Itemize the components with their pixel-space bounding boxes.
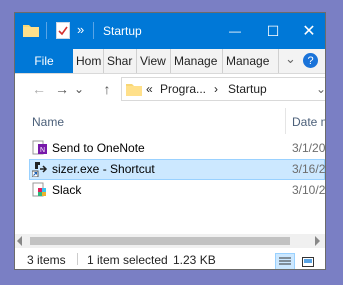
breadcrumb-programs[interactable]: Progra... (160, 82, 206, 96)
list-item[interactable]: N Send to OneNote 3/1/20 (29, 138, 325, 159)
file-tab[interactable]: File (15, 49, 73, 73)
ribbon-collapse-icon[interactable]: ⌄ (285, 51, 296, 67)
tab-view[interactable]: View (137, 49, 171, 73)
address-dropdown-icon[interactable]: ⌄ (316, 82, 325, 96)
large-icons-view-icon[interactable] (298, 253, 318, 269)
qat-separator (93, 22, 94, 39)
address-overflow-icon[interactable]: « (146, 82, 153, 96)
explorer-window: » Startup — ☐ ✕ File Hom Shar View Manag… (14, 12, 326, 270)
properties-icon[interactable] (56, 22, 70, 39)
column-headers: Name Date m (15, 104, 325, 134)
list-item[interactable]: sizer.exe - Shortcut 3/16/2 (29, 159, 325, 180)
column-header-date[interactable]: Date m (292, 115, 325, 129)
list-item[interactable]: Slack 3/10/2 (29, 180, 325, 201)
help-icon-glyph: ? (307, 54, 314, 67)
breadcrumb-separator-icon[interactable]: › (214, 82, 218, 96)
sizer-shortcut-icon (31, 161, 48, 178)
breadcrumb-startup[interactable]: Startup (228, 82, 267, 96)
status-bar: 3 items 1 item selected 1.23 KB (15, 248, 325, 269)
column-divider[interactable] (285, 108, 286, 134)
tab-home[interactable]: Hom (73, 49, 104, 73)
scrollbar-thumb[interactable] (30, 237, 290, 245)
tab-manage-drive[interactable]: Manage (171, 49, 223, 73)
svg-text:N: N (40, 147, 45, 154)
title-bar[interactable]: » Startup — ☐ ✕ (15, 13, 325, 49)
address-folder-icon (126, 82, 142, 96)
help-icon[interactable]: ? (303, 53, 318, 68)
status-divider (77, 253, 78, 265)
folder-icon (23, 23, 39, 37)
file-name: sizer.exe - Shortcut (52, 162, 155, 176)
status-item-count: 3 items (27, 253, 66, 267)
maximize-button[interactable]: ☐ (253, 13, 293, 49)
status-selection: 1 item selected (87, 253, 168, 267)
minimize-button[interactable]: — (215, 13, 255, 49)
qat-overflow-icon[interactable]: » (77, 22, 84, 37)
file-date: 3/1/20 (292, 141, 326, 155)
window-title: Startup (103, 24, 142, 38)
file-name: Send to OneNote (52, 141, 145, 155)
scroll-right-icon[interactable] (315, 236, 320, 246)
tab-share[interactable]: Shar (104, 49, 137, 73)
ribbon-tabs: File Hom Shar View Manage Manage ⌄ ? (15, 49, 325, 74)
forward-arrow-icon[interactable]: → (52, 79, 72, 99)
details-view-icon[interactable] (275, 253, 295, 269)
tab-manage-app[interactable]: Manage (223, 49, 279, 73)
file-name: Slack (52, 183, 82, 197)
recent-locations-chevron-icon[interactable]: ⌄ (72, 79, 86, 99)
scroll-left-icon[interactable] (17, 236, 22, 246)
back-arrow-icon[interactable]: ← (29, 79, 49, 99)
file-date: 3/16/2 (292, 162, 326, 176)
address-bar[interactable]: « Progra... › Startup ⌄ (121, 77, 325, 101)
up-arrow-icon[interactable]: ↑ (97, 79, 117, 99)
status-size: 1.23 KB (173, 253, 216, 267)
horizontal-scrollbar[interactable] (15, 234, 325, 248)
file-date: 3/10/2 (292, 183, 326, 197)
navigation-bar: ← → ⌄ ↑ « Progra... › Startup ⌄ (15, 74, 325, 104)
column-header-name[interactable]: Name (32, 115, 64, 129)
onenote-shortcut-icon: N (32, 140, 48, 156)
slack-icon (32, 182, 48, 198)
qat-separator (46, 22, 47, 39)
close-button[interactable]: ✕ (289, 13, 325, 49)
